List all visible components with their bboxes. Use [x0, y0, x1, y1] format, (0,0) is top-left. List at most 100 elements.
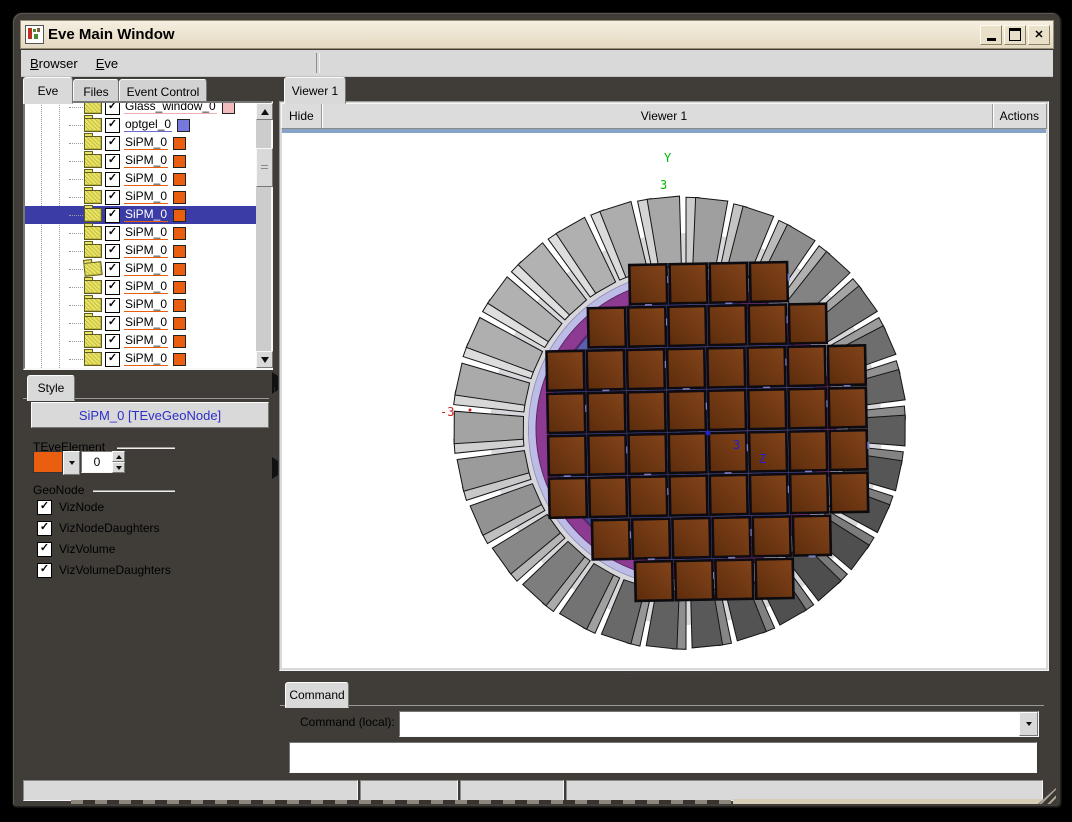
tree-item-label[interactable]: SiPM_0 — [124, 334, 168, 348]
hide-button[interactable]: Hide — [282, 104, 322, 128]
tree-item[interactable]: ✓ SiPM_0 — [25, 296, 256, 314]
maximize-button[interactable] — [1004, 25, 1026, 45]
tree-item-label[interactable]: SiPM_0 — [124, 316, 168, 330]
menu-browser[interactable]: Browser — [21, 54, 87, 73]
tree-item-label[interactable]: SiPM_0 — [124, 226, 168, 240]
tree-item-checkbox[interactable]: ✓ — [105, 208, 120, 223]
gl-scene-canvas[interactable]: Y3-33Z — [282, 133, 1046, 666]
selected-object-header[interactable]: SiPM_0 [TEveGeoNode] — [31, 402, 269, 428]
tab-command[interactable]: Command — [285, 682, 349, 708]
tree-item-label[interactable]: Glass_window_0 — [124, 103, 217, 114]
tree-item[interactable]: ✓ SiPM_0 — [25, 188, 256, 206]
color-dropdown-button[interactable] — [63, 451, 80, 475]
viewer-title: Viewer 1 — [282, 109, 1046, 123]
tree-item-checkbox[interactable]: ✓ — [105, 244, 120, 259]
tree-connector — [69, 215, 83, 216]
command-label: Command (local): — [300, 715, 395, 729]
group-label-geonode: GeoNode — [33, 483, 84, 497]
dropdown-icon — [1026, 722, 1032, 726]
tree-item-label[interactable]: optgel_0 — [124, 118, 172, 132]
transparency-spinner-value[interactable]: 0 — [81, 451, 113, 473]
tree-item-label[interactable]: SiPM_0 — [124, 190, 168, 204]
tab-style[interactable]: Style — [27, 375, 75, 401]
viewer-header: Hide Viewer 1 Actions — [281, 103, 1047, 129]
tree-item[interactable]: ✓ SiPM_0 — [25, 332, 256, 350]
tree-item-checkbox[interactable]: ✓ — [105, 154, 120, 169]
tree-item-label[interactable]: SiPM_0 — [124, 172, 168, 186]
tree-item-checkbox[interactable]: ✓ — [105, 118, 120, 133]
tree-item[interactable]: ✓ SiPM_0 — [25, 152, 256, 170]
tree-item[interactable]: ✓ SiPM_0 — [25, 224, 256, 242]
spinner-down-button[interactable] — [112, 462, 125, 473]
tree-item-checkbox[interactable]: ✓ — [105, 172, 120, 187]
tree-item[interactable]: ✓ SiPM_0 — [25, 242, 256, 260]
tree-item[interactable]: ✓ SiPM_0 — [25, 278, 256, 296]
tree-item-checkbox[interactable]: ✓ — [105, 316, 120, 331]
tree-item-label[interactable]: SiPM_0 — [124, 280, 168, 294]
folder-icon — [84, 154, 102, 168]
checkbox-vizvolumedaughters[interactable]: ✓ VizVolumeDaughters — [37, 562, 171, 578]
folder-icon — [84, 172, 102, 186]
tree-item-label[interactable]: SiPM_0 — [124, 244, 168, 258]
tree-item-checkbox[interactable]: ✓ — [105, 352, 120, 367]
tree-item-checkbox[interactable]: ✓ — [105, 226, 120, 241]
tree-connector — [69, 269, 83, 270]
minimize-button[interactable] — [980, 25, 1002, 45]
tree-viewport[interactable]: ✓ Glass_window_0 ✓ optgel_0 ✓ SiPM_0 ✓ S… — [25, 103, 256, 368]
checkbox-icon[interactable]: ✓ — [37, 542, 52, 557]
tree-item-checkbox[interactable]: ✓ — [105, 103, 120, 115]
tree-item[interactable]: ✓ Glass_window_0 — [25, 103, 256, 116]
command-dropdown-button[interactable] — [1019, 712, 1038, 736]
tree-item-checkbox[interactable]: ✓ — [105, 136, 120, 151]
gl-viewport[interactable]: Y3-33Z — [282, 133, 1046, 668]
tree-item[interactable]: ✓ SiPM_0 — [25, 314, 256, 332]
color-swatch — [173, 263, 186, 276]
tree-item[interactable]: ✓ SiPM_0 — [25, 260, 256, 278]
command-output[interactable] — [289, 742, 1037, 773]
menubar-divider — [316, 53, 320, 73]
tab-eve[interactable]: Eve — [23, 77, 73, 104]
checkbox-vizvolume[interactable]: ✓ VizVolume — [37, 541, 115, 557]
tree-item-checkbox[interactable]: ✓ — [105, 334, 120, 349]
tree-item-label[interactable]: SiPM_0 — [124, 136, 168, 150]
frame-handle-strip — [733, 799, 1043, 804]
splitter-dots — [109, 371, 201, 372]
command-input[interactable] — [400, 712, 1019, 736]
scroll-down-button[interactable] — [256, 351, 273, 368]
tree-item-label[interactable]: SiPM_0 — [124, 352, 168, 366]
minimize-icon — [987, 38, 996, 41]
scroll-up-button[interactable] — [256, 103, 273, 120]
tab-viewer-1[interactable]: Viewer 1 — [284, 77, 346, 104]
checkbox-icon[interactable]: ✓ — [37, 563, 52, 578]
checkbox-icon[interactable]: ✓ — [37, 500, 52, 515]
checkbox-viznodedaughters[interactable]: ✓ VizNodeDaughters — [37, 520, 160, 536]
color-swatch — [173, 335, 186, 348]
tree-item-checkbox[interactable]: ✓ — [105, 262, 120, 277]
scrollbar-thumb[interactable] — [256, 148, 273, 187]
tree-item[interactable]: ✓ SiPM_0 — [25, 206, 256, 224]
tree-item-label[interactable]: SiPM_0 — [124, 208, 168, 222]
color-swatch — [173, 227, 186, 240]
tree-scrollbar[interactable] — [256, 103, 271, 368]
folder-icon — [84, 118, 102, 132]
tree-item-label[interactable]: SiPM_0 — [124, 262, 168, 276]
actions-button[interactable]: Actions — [992, 104, 1046, 128]
tree-item[interactable]: ✓ SiPM_0 — [25, 350, 256, 368]
spinner-up-button[interactable] — [112, 451, 125, 462]
tree-item-checkbox[interactable]: ✓ — [105, 190, 120, 205]
close-button[interactable]: ✕ — [1028, 25, 1050, 45]
tree-item-checkbox[interactable]: ✓ — [105, 298, 120, 313]
color-swatch-main[interactable] — [33, 451, 63, 473]
menu-eve[interactable]: Eve — [87, 54, 127, 73]
tree-connector — [69, 143, 83, 144]
tree-item-label[interactable]: SiPM_0 — [124, 298, 168, 312]
checkbox-icon[interactable]: ✓ — [37, 521, 52, 536]
title-bar[interactable]: Eve Main Window ✕ — [20, 20, 1054, 49]
tree-item-checkbox[interactable]: ✓ — [105, 280, 120, 295]
tree-item[interactable]: ✓ SiPM_0 — [25, 170, 256, 188]
svg-text:Z: Z — [759, 452, 766, 466]
checkbox-viznode[interactable]: ✓ VizNode — [37, 499, 104, 515]
tree-item[interactable]: ✓ optgel_0 — [25, 116, 256, 134]
tree-item-label[interactable]: SiPM_0 — [124, 154, 168, 168]
tree-item[interactable]: ✓ SiPM_0 — [25, 134, 256, 152]
